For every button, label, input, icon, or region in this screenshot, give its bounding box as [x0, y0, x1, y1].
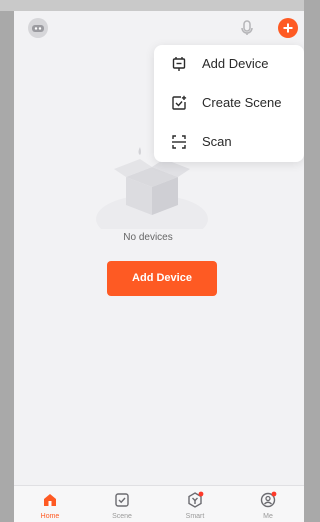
add-menu-button[interactable]	[278, 18, 298, 38]
home-robot-icon	[32, 25, 44, 32]
menu-item-add-device[interactable]: Add Device	[154, 45, 304, 83]
tab-smart[interactable]: Smart	[159, 486, 231, 522]
microphone-icon[interactable]	[237, 18, 257, 38]
profile-icon	[260, 491, 277, 508]
notification-badge	[198, 491, 204, 497]
home-avatar-button[interactable]	[28, 18, 48, 38]
scan-icon	[172, 135, 186, 149]
create-scene-icon	[172, 95, 187, 110]
tab-label: Home	[40, 513, 60, 520]
status-bar	[0, 0, 304, 11]
menu-item-label: Scan	[202, 134, 232, 149]
menu-item-label: Add Device	[202, 56, 269, 71]
smart-icon	[188, 491, 204, 508]
tab-label: Scene	[112, 513, 132, 520]
empty-state-message: No devices	[123, 232, 173, 243]
add-device-button[interactable]: Add Device	[107, 261, 217, 296]
add-popup-menu: Add Device Create Scene Scan	[154, 45, 304, 162]
tab-label: Me	[263, 513, 273, 520]
home-icon	[44, 494, 56, 506]
tab-scene[interactable]: Scene	[86, 486, 158, 522]
menu-item-scan[interactable]: Scan	[154, 123, 304, 161]
tab-label: Smart	[185, 513, 205, 520]
scene-checkbox-icon	[115, 493, 129, 507]
plus-circle-icon	[283, 23, 293, 33]
add-device-icon	[172, 57, 186, 71]
bottom-tab-bar: Home Scene Smart Me	[14, 485, 304, 522]
notification-badge	[271, 491, 277, 497]
tab-home[interactable]: Home	[14, 486, 86, 522]
menu-item-create-scene[interactable]: Create Scene	[154, 84, 304, 122]
app-screen: No devices Add Device Add Device Create …	[14, 11, 304, 522]
tab-me[interactable]: Me	[232, 486, 304, 522]
menu-item-label: Create Scene	[202, 95, 282, 110]
